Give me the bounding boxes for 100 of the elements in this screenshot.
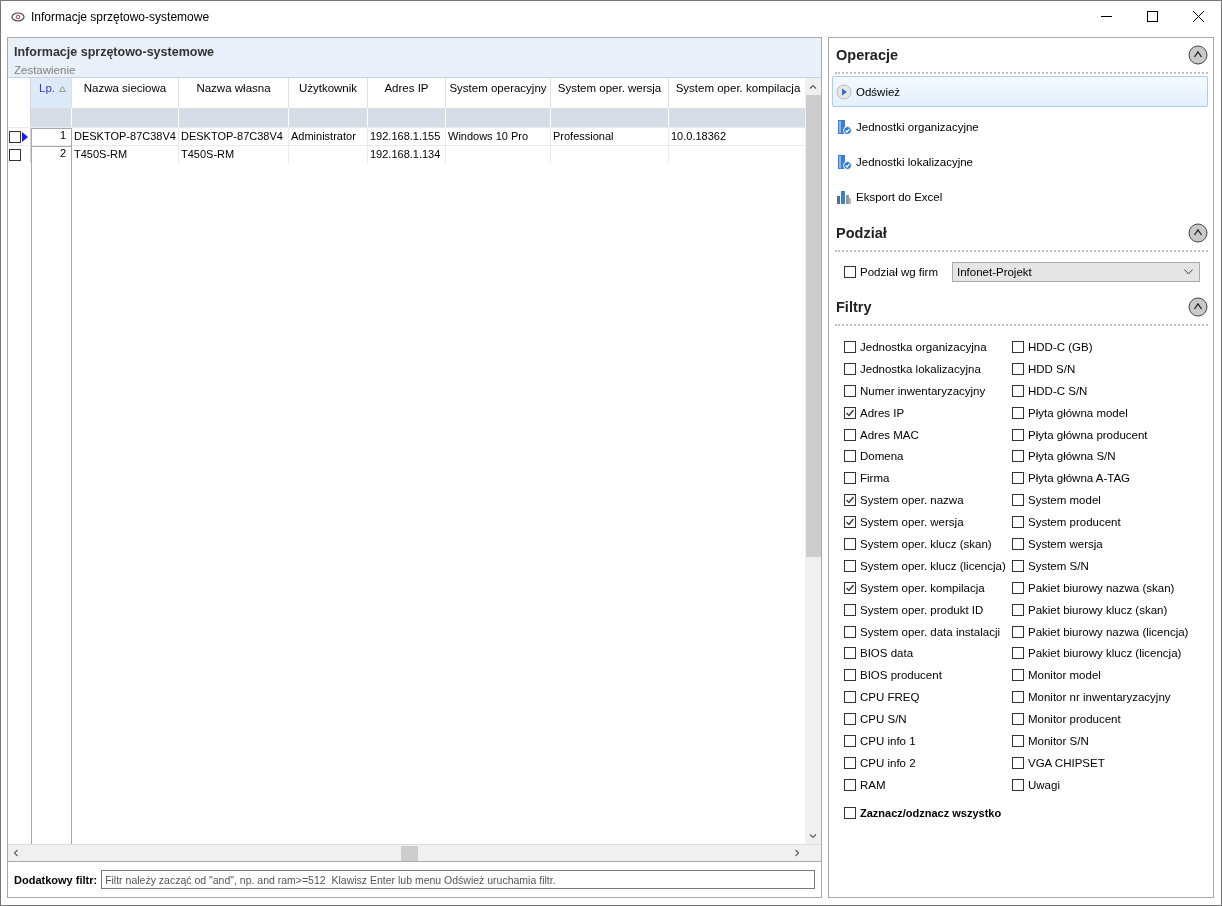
row-checkbox[interactable]: [9, 148, 21, 161]
row-checkbox[interactable]: [9, 130, 21, 143]
checkbox[interactable]: [844, 734, 856, 747]
checkbox[interactable]: [1012, 494, 1024, 507]
company-dropdown[interactable]: Infonet-Projekt: [951, 262, 1200, 282]
checkbox-label: Monitor S/N: [1028, 734, 1089, 747]
checkbox[interactable]: [1012, 778, 1024, 791]
checkbox[interactable]: [1012, 625, 1024, 638]
table-cell: 1: [59, 129, 66, 141]
filter-cell[interactable]: [368, 108, 446, 127]
checkbox[interactable]: [844, 362, 856, 375]
checkbox[interactable]: [844, 625, 856, 638]
checkbox-label: CPU FREQ: [860, 691, 920, 704]
checkbox[interactable]: [844, 516, 856, 529]
scrollbar-thumb[interactable]: [401, 845, 418, 861]
checkbox[interactable]: [1012, 647, 1024, 660]
checkbox[interactable]: [844, 691, 856, 704]
checkbox[interactable]: [1012, 384, 1024, 397]
checkbox-label: Adres IP: [860, 406, 905, 419]
checkbox[interactable]: [1012, 472, 1024, 485]
collapse-button[interactable]: [1188, 45, 1208, 65]
filter-label: Dodatkowy filtr:: [14, 873, 98, 886]
checkbox[interactable]: [1012, 734, 1024, 747]
checkbox-label: Firma: [860, 472, 890, 485]
checkbox[interactable]: [844, 603, 856, 616]
checkbox[interactable]: [844, 266, 856, 278]
scroll-down-icon[interactable]: [809, 831, 817, 840]
checkbox[interactable]: [1012, 691, 1024, 704]
checkbox[interactable]: [1012, 669, 1024, 682]
checkbox-label: BIOS data: [860, 647, 914, 660]
checkbox-label: HDD S/N: [1028, 362, 1076, 375]
scroll-up-icon[interactable]: [809, 82, 817, 91]
operation-item[interactable]: Jednostki lokalizacyjne: [832, 146, 1208, 177]
bar-chart-icon: [836, 188, 852, 205]
checkbox-label: Pakiet biurowy klucz (licencja): [1028, 647, 1182, 660]
checkbox[interactable]: [844, 778, 856, 791]
checkbox[interactable]: [844, 713, 856, 726]
checkbox-label: System producent: [1028, 516, 1121, 529]
collapse-button[interactable]: [1188, 297, 1208, 317]
filter-input[interactable]: Filtr należy zacząć od "and", np. and ram>=512 Klawisz Enter lub menu Odśwież uruchamia filtr.: [101, 870, 815, 889]
checkbox-label: Zaznacz/odznacz wszystko: [860, 806, 1002, 819]
table-cell: DESKTOP-87C38V4: [181, 130, 283, 142]
checkbox[interactable]: [1012, 537, 1024, 550]
checkbox[interactable]: [844, 428, 856, 441]
scroll-right-icon[interactable]: [793, 849, 801, 857]
checkbox[interactable]: [1012, 406, 1024, 419]
checkbox[interactable]: [844, 669, 856, 682]
table-cell: 192.168.1.155: [370, 130, 441, 142]
checkbox[interactable]: [844, 537, 856, 550]
scroll-left-icon[interactable]: [12, 849, 20, 857]
scrollbar-thumb[interactable]: [805, 95, 821, 557]
checkbox[interactable]: [844, 581, 856, 594]
collapse-button[interactable]: [1188, 223, 1208, 243]
filter-cell[interactable]: [551, 108, 669, 127]
filter-cell[interactable]: [72, 108, 179, 127]
operation-item[interactable]: Eksport do Excel: [832, 181, 1208, 212]
filter-cell[interactable]: [31, 108, 72, 127]
checkbox[interactable]: [844, 450, 856, 463]
checkbox[interactable]: [844, 756, 856, 769]
checkbox[interactable]: [1012, 450, 1024, 463]
checkbox[interactable]: [1012, 516, 1024, 529]
checkbox-label: Pakiet biurowy nazwa (licencja): [1028, 625, 1189, 638]
checkbox[interactable]: [1012, 559, 1024, 572]
checkbox[interactable]: [844, 494, 856, 507]
checkbox-label: Płyta główna producent: [1028, 428, 1148, 441]
table-cell: Administrator: [291, 130, 356, 142]
checkbox[interactable]: [1012, 581, 1024, 594]
checkbox-label: Płyta główna A-TAG: [1028, 472, 1131, 485]
checkbox-label: Płyta główna model: [1028, 406, 1128, 419]
checkbox[interactable]: [844, 406, 856, 419]
checkbox[interactable]: [844, 559, 856, 572]
checkbox[interactable]: [1012, 428, 1024, 441]
checkbox-label: HDD-C (GB): [1028, 340, 1093, 353]
checkbox[interactable]: [1012, 340, 1024, 353]
checkbox[interactable]: [844, 384, 856, 397]
checkbox[interactable]: [1012, 362, 1024, 375]
operation-item[interactable]: Jednostki organizacyjne: [832, 111, 1208, 142]
checkbox[interactable]: [1012, 713, 1024, 726]
checkbox-label: VGA CHIPSET: [1028, 756, 1105, 769]
filter-cell[interactable]: [669, 108, 805, 127]
filter-cell[interactable]: [446, 108, 551, 127]
checkbox-label: System wersja: [1028, 537, 1103, 550]
checkbox[interactable]: [844, 806, 856, 819]
vertical-scrollbar[interactable]: [805, 78, 821, 844]
checkbox[interactable]: [1012, 756, 1024, 769]
operation-item[interactable]: Odśwież: [832, 76, 1208, 107]
checkbox-label: CPU info 2: [860, 756, 916, 769]
horizontal-scrollbar[interactable]: [8, 844, 821, 861]
filter-cell[interactable]: [289, 108, 368, 127]
checkbox-label: RAM: [860, 778, 886, 791]
checkbox[interactable]: [844, 340, 856, 353]
chevron-down-icon: [1183, 269, 1193, 275]
filter-cell[interactable]: [179, 108, 289, 127]
checkbox-label: CPU info 1: [860, 734, 916, 747]
column-header[interactable]: Lp.: [31, 78, 72, 108]
sort-ascending-icon: [59, 86, 66, 92]
checkbox-label: Monitor producent: [1028, 713, 1121, 726]
checkbox[interactable]: [1012, 603, 1024, 616]
checkbox[interactable]: [844, 647, 856, 660]
checkbox[interactable]: [844, 472, 856, 485]
